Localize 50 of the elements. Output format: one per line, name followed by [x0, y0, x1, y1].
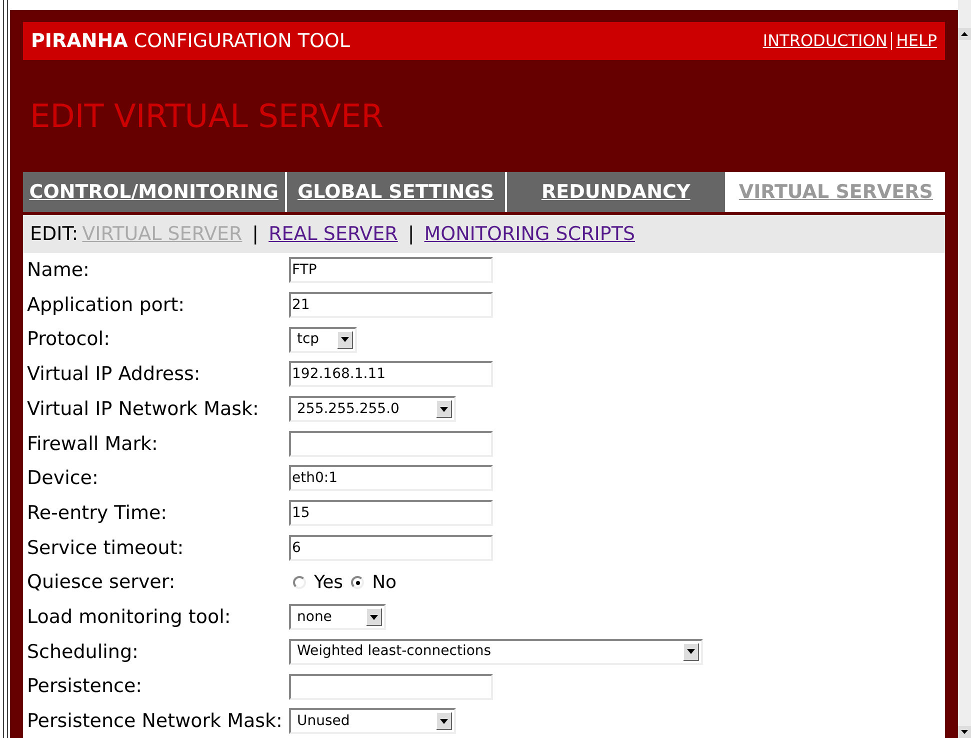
header-link[interactable]: HELP [896, 29, 937, 53]
caret-icon [337, 330, 353, 349]
dropdown[interactable]: 255.255.255.0 [289, 396, 456, 422]
page-title: EDIT VIRTUAL SERVER [30, 96, 384, 137]
radio-label: No [372, 571, 397, 596]
text-field[interactable] [289, 430, 493, 457]
field-label: Name: [27, 258, 90, 284]
field-label: Service timeout: [27, 536, 185, 561]
field-label: Virtual IP Address: [27, 362, 202, 388]
field-label: Quiesce server: [27, 570, 176, 596]
text-field[interactable]: eth0:1 [289, 465, 493, 492]
dropdown[interactable]: Unused [289, 708, 456, 734]
field-label: Application port: [27, 292, 186, 318]
field-label: Persistence Network Mask: [27, 709, 284, 734]
caret-icon [683, 642, 699, 661]
dropdown[interactable]: tcp [289, 326, 357, 353]
app-title: PIRANHA CONFIGURATION TOOL [31, 28, 350, 54]
field-label: Load monitoring tool: [27, 604, 232, 630]
header-link[interactable]: INTRODUCTION [762, 29, 888, 53]
field-label: Protocol: [27, 327, 111, 352]
field-label: Persistence: [27, 674, 144, 700]
scroll-up-icon[interactable] [958, 28, 971, 40]
dropdown[interactable]: none [289, 604, 386, 630]
subnav-link[interactable]: REAL SERVER [268, 220, 398, 248]
field-label: Scheduling: [27, 640, 140, 665]
scroll-down-icon[interactable] [958, 726, 971, 738]
nav-tab[interactable]: GLOBAL SETTINGS [286, 172, 505, 212]
subnav-link[interactable]: MONITORING SCRIPTS [424, 220, 636, 248]
caret-icon [436, 712, 452, 730]
caret-icon [366, 608, 382, 626]
field-label: Device: [27, 466, 100, 492]
field-label: Firewall Mark: [27, 432, 159, 457]
radio-button[interactable] [293, 576, 306, 590]
text-field[interactable]: 6 [289, 534, 493, 561]
text-field[interactable] [289, 674, 493, 700]
field-label: Re-entry Time: [27, 500, 168, 526]
dropdown[interactable]: Weighted least-connections [289, 638, 703, 665]
separator: | [252, 222, 259, 247]
field-label: Virtual IP Network Mask: [27, 396, 260, 422]
subnav-label: EDIT: [30, 222, 78, 247]
caret-icon [436, 400, 452, 418]
nav-tab[interactable]: CONTROL/MONITORING [23, 172, 285, 212]
text-field[interactable]: FTP [289, 257, 493, 284]
radio-label: Yes [314, 571, 344, 596]
radio-button[interactable] [351, 576, 364, 590]
text-field[interactable]: 21 [289, 292, 493, 318]
separator: | [408, 222, 414, 247]
text-field[interactable]: 15 [289, 500, 493, 526]
nav-tab[interactable]: REDUNDANCY [506, 172, 725, 212]
text-field[interactable]: 192.168.1.11 [289, 361, 493, 388]
